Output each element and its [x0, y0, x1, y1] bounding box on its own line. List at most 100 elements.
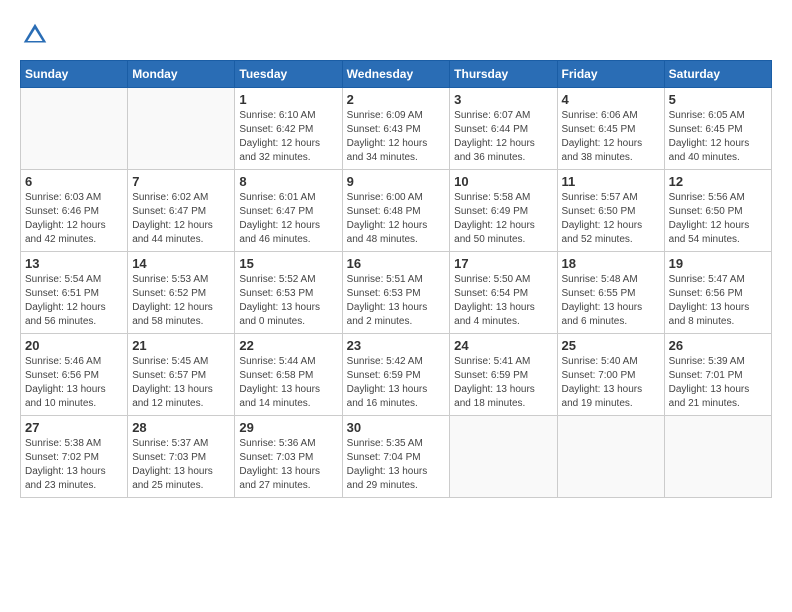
day-detail: Sunrise: 6:09 AM Sunset: 6:43 PM Dayligh…	[347, 109, 446, 165]
logo	[20, 20, 54, 50]
column-header-saturday: Saturday	[664, 61, 771, 88]
calendar-cell	[128, 88, 235, 170]
calendar-week-3: 13 Sunrise: 5:54 AM Sunset: 6:51 PM Dayli…	[21, 252, 772, 334]
day-detail: Sunrise: 5:48 AM Sunset: 6:55 PM Dayligh…	[562, 273, 660, 329]
calendar-cell: 27 Sunrise: 5:38 AM Sunset: 7:02 PM Dayli…	[21, 416, 128, 498]
day-detail: Sunrise: 5:47 AM Sunset: 6:56 PM Dayligh…	[669, 273, 767, 329]
calendar-cell	[557, 416, 664, 498]
day-detail: Sunrise: 5:53 AM Sunset: 6:52 PM Dayligh…	[132, 273, 230, 329]
day-detail: Sunrise: 5:51 AM Sunset: 6:53 PM Dayligh…	[347, 273, 446, 329]
calendar-cell: 4Sunrise: 6:06 AM Sunset: 6:45 PM Daylig…	[557, 88, 664, 170]
day-number: 7	[132, 174, 230, 189]
day-detail: Sunrise: 5:44 AM Sunset: 6:58 PM Dayligh…	[239, 355, 337, 411]
day-detail: Sunrise: 6:01 AM Sunset: 6:47 PM Dayligh…	[239, 191, 337, 247]
day-detail: Sunrise: 5:46 AM Sunset: 6:56 PM Dayligh…	[25, 355, 123, 411]
day-detail: Sunrise: 6:05 AM Sunset: 6:45 PM Dayligh…	[669, 109, 767, 165]
calendar-cell: 19 Sunrise: 5:47 AM Sunset: 6:56 PM Dayli…	[664, 252, 771, 334]
calendar-cell: 28 Sunrise: 5:37 AM Sunset: 7:03 PM Dayli…	[128, 416, 235, 498]
calendar-cell	[450, 416, 557, 498]
column-header-monday: Monday	[128, 61, 235, 88]
calendar-cell	[664, 416, 771, 498]
day-number: 26	[669, 338, 767, 353]
calendar-cell: 23 Sunrise: 5:42 AM Sunset: 6:59 PM Dayli…	[342, 334, 450, 416]
calendar-week-1: 1 Sunrise: 6:10 AM Sunset: 6:42 PM Daylig…	[21, 88, 772, 170]
day-number: 20	[25, 338, 123, 353]
calendar-cell: 10 Sunrise: 5:58 AM Sunset: 6:49 PM Dayli…	[450, 170, 557, 252]
calendar-cell	[21, 88, 128, 170]
day-number: 18	[562, 256, 660, 271]
day-number: 28	[132, 420, 230, 435]
calendar-cell: 16 Sunrise: 5:51 AM Sunset: 6:53 PM Dayli…	[342, 252, 450, 334]
calendar-cell: 21 Sunrise: 5:45 AM Sunset: 6:57 PM Dayli…	[128, 334, 235, 416]
calendar-cell: 9Sunrise: 6:00 AM Sunset: 6:48 PM Daylig…	[342, 170, 450, 252]
day-number: 25	[562, 338, 660, 353]
column-header-wednesday: Wednesday	[342, 61, 450, 88]
calendar-cell: 14 Sunrise: 5:53 AM Sunset: 6:52 PM Dayli…	[128, 252, 235, 334]
day-number: 12	[669, 174, 767, 189]
day-number: 1	[239, 92, 337, 107]
calendar-cell: 7 Sunrise: 6:02 AM Sunset: 6:47 PM Daylig…	[128, 170, 235, 252]
day-number: 17	[454, 256, 552, 271]
column-header-tuesday: Tuesday	[235, 61, 342, 88]
day-detail: Sunrise: 6:10 AM Sunset: 6:42 PM Dayligh…	[239, 109, 337, 165]
day-detail: Sunrise: 6:06 AM Sunset: 6:45 PM Dayligh…	[562, 109, 660, 165]
day-detail: Sunrise: 5:41 AM Sunset: 6:59 PM Dayligh…	[454, 355, 552, 411]
day-number: 22	[239, 338, 337, 353]
calendar-cell: 5 Sunrise: 6:05 AM Sunset: 6:45 PM Daylig…	[664, 88, 771, 170]
calendar-cell: 29 Sunrise: 5:36 AM Sunset: 7:03 PM Dayli…	[235, 416, 342, 498]
calendar-cell: 3 Sunrise: 6:07 AM Sunset: 6:44 PM Daylig…	[450, 88, 557, 170]
calendar-cell: 11 Sunrise: 5:57 AM Sunset: 6:50 PM Dayli…	[557, 170, 664, 252]
day-detail: Sunrise: 6:02 AM Sunset: 6:47 PM Dayligh…	[132, 191, 230, 247]
day-detail: Sunrise: 5:45 AM Sunset: 6:57 PM Dayligh…	[132, 355, 230, 411]
calendar-cell: 25 Sunrise: 5:40 AM Sunset: 7:00 PM Dayli…	[557, 334, 664, 416]
calendar-week-4: 20 Sunrise: 5:46 AM Sunset: 6:56 PM Dayli…	[21, 334, 772, 416]
day-number: 11	[562, 174, 660, 189]
day-number: 10	[454, 174, 552, 189]
calendar-table: SundayMondayTuesdayWednesdayThursdayFrid…	[20, 60, 772, 498]
calendar-header-row: SundayMondayTuesdayWednesdayThursdayFrid…	[21, 61, 772, 88]
calendar-week-2: 6 Sunrise: 6:03 AM Sunset: 6:46 PM Daylig…	[21, 170, 772, 252]
day-detail: Sunrise: 6:07 AM Sunset: 6:44 PM Dayligh…	[454, 109, 552, 165]
day-detail: Sunrise: 5:58 AM Sunset: 6:49 PM Dayligh…	[454, 191, 552, 247]
day-number: 3	[454, 92, 552, 107]
calendar-cell: 6 Sunrise: 6:03 AM Sunset: 6:46 PM Daylig…	[21, 170, 128, 252]
day-detail: Sunrise: 6:03 AM Sunset: 6:46 PM Dayligh…	[25, 191, 123, 247]
day-detail: Sunrise: 5:50 AM Sunset: 6:54 PM Dayligh…	[454, 273, 552, 329]
day-detail: Sunrise: 5:57 AM Sunset: 6:50 PM Dayligh…	[562, 191, 660, 247]
day-detail: Sunrise: 5:56 AM Sunset: 6:50 PM Dayligh…	[669, 191, 767, 247]
day-number: 5	[669, 92, 767, 107]
calendar-cell: 20 Sunrise: 5:46 AM Sunset: 6:56 PM Dayli…	[21, 334, 128, 416]
calendar-week-5: 27 Sunrise: 5:38 AM Sunset: 7:02 PM Dayli…	[21, 416, 772, 498]
day-number: 19	[669, 256, 767, 271]
day-number: 27	[25, 420, 123, 435]
day-detail: Sunrise: 5:54 AM Sunset: 6:51 PM Dayligh…	[25, 273, 123, 329]
column-header-friday: Friday	[557, 61, 664, 88]
day-detail: Sunrise: 5:39 AM Sunset: 7:01 PM Dayligh…	[669, 355, 767, 411]
day-detail: Sunrise: 5:38 AM Sunset: 7:02 PM Dayligh…	[25, 437, 123, 493]
day-number: 14	[132, 256, 230, 271]
logo-icon	[20, 20, 50, 50]
day-number: 29	[239, 420, 337, 435]
day-number: 30	[347, 420, 446, 435]
page-header	[20, 20, 772, 50]
day-detail: Sunrise: 5:52 AM Sunset: 6:53 PM Dayligh…	[239, 273, 337, 329]
calendar-cell: 26 Sunrise: 5:39 AM Sunset: 7:01 PM Dayli…	[664, 334, 771, 416]
calendar-cell: 24 Sunrise: 5:41 AM Sunset: 6:59 PM Dayli…	[450, 334, 557, 416]
calendar-cell: 12 Sunrise: 5:56 AM Sunset: 6:50 PM Dayli…	[664, 170, 771, 252]
day-detail: Sunrise: 6:00 AM Sunset: 6:48 PM Dayligh…	[347, 191, 446, 247]
column-header-thursday: Thursday	[450, 61, 557, 88]
day-detail: Sunrise: 5:37 AM Sunset: 7:03 PM Dayligh…	[132, 437, 230, 493]
day-number: 21	[132, 338, 230, 353]
day-number: 8	[239, 174, 337, 189]
day-number: 23	[347, 338, 446, 353]
day-detail: Sunrise: 5:42 AM Sunset: 6:59 PM Dayligh…	[347, 355, 446, 411]
day-number: 6	[25, 174, 123, 189]
day-number: 2	[347, 92, 446, 107]
day-number: 24	[454, 338, 552, 353]
day-number: 16	[347, 256, 446, 271]
day-detail: Sunrise: 5:36 AM Sunset: 7:03 PM Dayligh…	[239, 437, 337, 493]
day-number: 13	[25, 256, 123, 271]
calendar-cell: 8 Sunrise: 6:01 AM Sunset: 6:47 PM Daylig…	[235, 170, 342, 252]
day-detail: Sunrise: 5:40 AM Sunset: 7:00 PM Dayligh…	[562, 355, 660, 411]
calendar-cell: 13 Sunrise: 5:54 AM Sunset: 6:51 PM Dayli…	[21, 252, 128, 334]
